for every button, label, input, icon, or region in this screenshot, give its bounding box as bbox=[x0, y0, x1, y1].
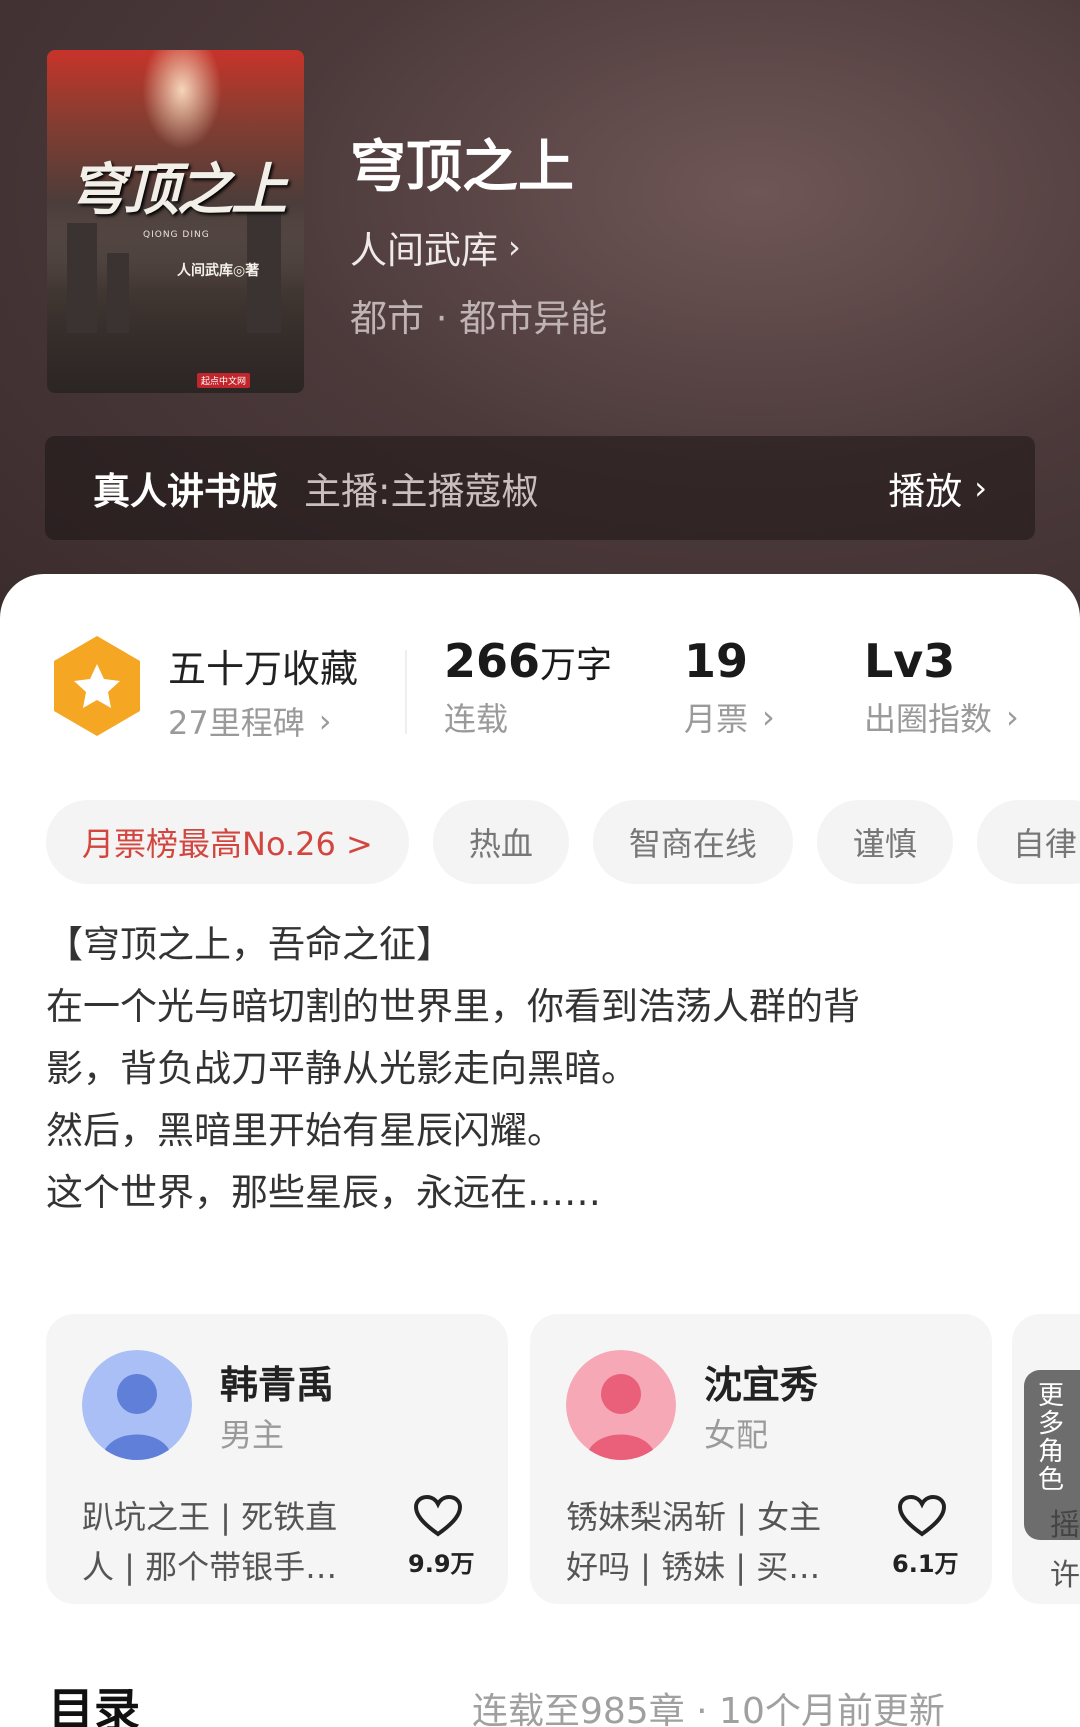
cover-light-burst bbox=[142, 50, 222, 150]
cover-author: 人间武库◎著 bbox=[177, 263, 260, 279]
cover-building bbox=[67, 223, 97, 333]
book-header: 穹顶之上 QIONG DING 人间武库◎著 起点中文网 穹顶之上 人间武库 ›… bbox=[0, 0, 1080, 640]
audio-host: 主播:主播蔻椒 bbox=[304, 470, 539, 513]
role-name: 沈宜秀 bbox=[704, 1363, 819, 1407]
monthly-tickets-stat[interactable]: 19 月票 › bbox=[684, 634, 775, 740]
star-badge-icon bbox=[54, 636, 140, 736]
role-type: 男主 bbox=[220, 1416, 285, 1454]
popularity-index-stat[interactable]: Lv3 出圈指数 › bbox=[864, 634, 1019, 740]
level-label: 出圈指数 bbox=[864, 700, 993, 738]
cover-pinyin: QIONG DING bbox=[143, 230, 210, 240]
book-description[interactable]: 【穹顶之上，吾命之征】 在一个光与暗切割的世界里，你看到浩荡人群的背 影，背负战… bbox=[46, 914, 1046, 1224]
chevron-right-icon: › bbox=[318, 702, 332, 740]
tag-item[interactable]: 智商在线 bbox=[592, 800, 793, 884]
chevron-right-icon: › bbox=[974, 469, 987, 507]
milestone-label: 27里程碑 bbox=[168, 704, 305, 742]
avatar bbox=[82, 1350, 192, 1460]
book-title: 穹顶之上 bbox=[350, 134, 574, 200]
watermark: ◎ 鱼小更 bbox=[920, 1664, 1019, 1699]
role-tags-line: 锈妹梨涡斩 | 女主 bbox=[566, 1498, 822, 1536]
like-count: 6.1万 bbox=[892, 1550, 959, 1578]
audio-label: 真人讲书版 bbox=[93, 470, 278, 513]
cover-publisher-logo: 起点中文网 bbox=[197, 373, 251, 388]
like-count: 9.9万 bbox=[408, 1550, 475, 1578]
tag-item[interactable]: 谨慎 bbox=[816, 800, 953, 884]
description-line: 【穹顶之上，吾命之征】 bbox=[46, 923, 453, 966]
author-name: 人间武库 bbox=[350, 229, 498, 272]
tag-item[interactable]: 热血 bbox=[432, 800, 569, 884]
role-tags-line: 人 | 那个带银手… bbox=[82, 1548, 338, 1586]
word-count-value: 266 bbox=[444, 634, 541, 688]
chevron-right-icon: › bbox=[762, 698, 775, 736]
role-tags-partial: 摇 bbox=[1050, 1508, 1080, 1543]
avatar bbox=[566, 1350, 676, 1460]
audio-version-bar[interactable]: 真人讲书版 主播:主播蔻椒 播放 › bbox=[45, 436, 1035, 540]
role-type: 女配 bbox=[704, 1416, 769, 1454]
role-card[interactable]: 韩青禹 男主 趴坑之王 | 死铁直 人 | 那个带银手… 9.9万 bbox=[46, 1314, 508, 1604]
divider bbox=[405, 650, 407, 734]
role-tags-partial: 许 bbox=[1050, 1558, 1080, 1593]
cover-building bbox=[107, 253, 129, 333]
like-button[interactable]: 6.1万 bbox=[892, 1494, 959, 1579]
book-genre: 都市 · 都市异能 bbox=[350, 297, 608, 340]
description-line: 这个世界，那些星辰，永远在…… bbox=[46, 1171, 601, 1214]
role-tags-line: 趴坑之王 | 死铁直 bbox=[82, 1498, 338, 1536]
favorites-count: 五十万收藏 bbox=[168, 647, 359, 691]
role-tags: 锈妹梨涡斩 | 女主 好吗 | 锈妹 | 买… bbox=[566, 1492, 846, 1592]
like-button[interactable]: 9.9万 bbox=[408, 1494, 475, 1579]
description-line: 影，背负战刀平静从光影走向黑暗。 bbox=[46, 1047, 638, 1090]
serial-status: 连载 bbox=[444, 700, 509, 738]
cover-title-art: 穹顶之上 bbox=[69, 157, 287, 223]
role-tags: 趴坑之王 | 死铁直 人 | 那个带银手… bbox=[82, 1492, 362, 1592]
book-cover[interactable]: 穹顶之上 QIONG DING 人间武库◎著 起点中文网 bbox=[47, 50, 304, 393]
tag-item[interactable]: 自律 bbox=[976, 800, 1080, 884]
monthly-tickets-value: 19 bbox=[684, 634, 749, 688]
chevron-right-icon: › bbox=[1006, 698, 1019, 736]
tag-ranking[interactable]: 月票榜最高No.26 > bbox=[46, 800, 409, 884]
wechat-icon: ◎ bbox=[920, 1667, 941, 1696]
role-list: 韩青禹 男主 趴坑之王 | 死铁直 人 | 那个带银手… 9.9万 沈宜秀 女配… bbox=[46, 1314, 1080, 1604]
play-button[interactable]: 播放 › bbox=[888, 461, 987, 515]
role-tags-line: 好吗 | 锈妹 | 买… bbox=[566, 1548, 821, 1586]
toc-update-info[interactable]: 连载至985章 · 10个月前更新 bbox=[472, 1682, 945, 1727]
role-card[interactable]: 沈宜秀 女配 锈妹梨涡斩 | 女主 好吗 | 锈妹 | 买… 6.1万 bbox=[530, 1314, 992, 1604]
tag-list: 月票榜最高No.26 > 热血 智商在线 谨慎 自律 bbox=[46, 800, 1080, 884]
word-count-unit: 万字 bbox=[540, 645, 613, 686]
heart-icon bbox=[897, 1494, 947, 1537]
description-line: 在一个光与暗切割的世界里，你看到浩荡人群的背 bbox=[46, 985, 860, 1028]
toc-title[interactable]: 目录 bbox=[48, 1674, 140, 1727]
description-line: 然后，黑暗里开始有星辰闪耀。 bbox=[46, 1109, 564, 1152]
stats-row: 五十万收藏 27里程碑 › 266万字 连载 19 月票 › Lv3 出圈指数 › bbox=[0, 634, 1080, 754]
author-link[interactable]: 人间武库 › bbox=[350, 220, 521, 274]
word-count-stat: 266万字 连载 bbox=[444, 634, 612, 740]
play-label: 播放 bbox=[888, 470, 963, 513]
heart-icon bbox=[413, 1494, 463, 1537]
milestone-link[interactable]: 27里程碑 › bbox=[168, 698, 332, 744]
role-name: 韩青禹 bbox=[220, 1363, 335, 1407]
chevron-right-icon: › bbox=[508, 228, 521, 266]
monthly-tickets-label: 月票 bbox=[684, 700, 749, 738]
watermark-text: 鱼小更 bbox=[946, 1670, 1019, 1698]
level-value: Lv3 bbox=[864, 634, 956, 688]
